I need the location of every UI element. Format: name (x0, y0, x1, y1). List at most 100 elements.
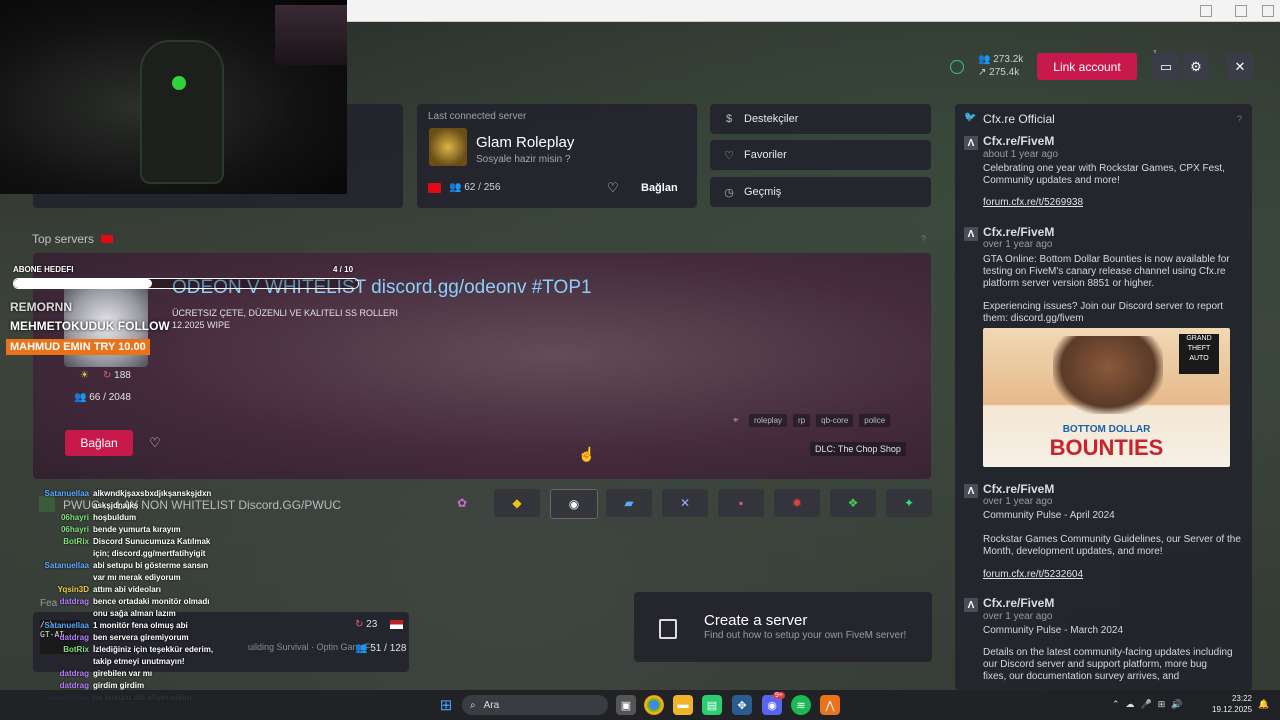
post-body: Details on the latest community-facing u… (983, 647, 1233, 682)
taskbar-clock[interactable]: 23:22 19.12.2025 (1212, 693, 1252, 715)
heart-icon[interactable]: ♡ (149, 435, 161, 451)
bounties-promo-image[interactable]: GRAND THEFT AUTO BOTTOM DOLLAR BOUNTIES (983, 328, 1230, 467)
app-icon[interactable]: ▤ (702, 695, 722, 715)
chat-message: 06hayri bende yumurta kırayım (6, 524, 213, 536)
chat-text: abi setupu bi gösterme sansın (93, 561, 209, 570)
post-link[interactable]: forum.cfx.re/t/5269938 (983, 197, 1083, 208)
featured-server-desc2: 12.2025 WIPE (172, 320, 231, 330)
chat-text: girdim girdim (93, 681, 145, 690)
chat-text: askşjdnajkş (93, 501, 139, 510)
featured-section-boosts: ↻ 23 (355, 619, 377, 630)
server-tile-4[interactable]: ▰ (606, 489, 652, 517)
chat-message: datdrag ben servera giremiyorum (6, 632, 213, 644)
sun-icon: ☀ (80, 370, 89, 381)
clock-icon: ◷ (724, 186, 734, 199)
steam-icon[interactable]: ✥ (732, 695, 752, 715)
players-icon: 👥 (978, 54, 994, 65)
side-item-supporters[interactable]: $ Destekçiler (710, 104, 931, 134)
boost-value: 188 (114, 370, 131, 381)
create-server-card[interactable]: Create a server Find out how to setup yo… (634, 592, 932, 662)
tag-police[interactable]: police (859, 414, 891, 427)
side-item-label: Favoriler (744, 149, 787, 161)
chat-text: onu sağa alman lazım (93, 609, 176, 618)
side-item-history[interactable]: ◷ Geçmiş (710, 177, 931, 207)
player-counts: 👥 273.2k ↗ 275.4k (978, 53, 1023, 79)
chat-message: datdrag girebilen var mı (6, 668, 213, 680)
server-tile-9[interactable]: ✦ (886, 489, 932, 517)
news-help-icon[interactable]: ? (1237, 114, 1242, 124)
players-peak: 275.4k (989, 67, 1020, 78)
last-server-desc: Sosyale hazir misin ? (476, 154, 571, 165)
chat-username: Satanuellaa (44, 621, 89, 630)
featured-player-count: 66 / 2048 (89, 392, 131, 403)
featured-connect-button[interactable]: Bağlan (65, 430, 133, 456)
goal-bar (13, 278, 359, 289)
server-tile-8[interactable]: ❖ (830, 489, 876, 517)
fivem-icon[interactable]: ⋀ (820, 695, 840, 715)
featured-section-server-text: uilding Survival · Optin Gang F (248, 642, 371, 652)
chat-text: ben servera giremiyorum (93, 633, 189, 642)
turkey-flag-icon (101, 235, 114, 243)
heart-icon[interactable]: ♡ (607, 180, 619, 196)
tag-icon: ⌖ (733, 415, 739, 426)
top-servers-label: Top servers (32, 232, 114, 246)
post-headline: Community Pulse - April 2024 (983, 510, 1115, 521)
link-account-button[interactable]: Link account (1037, 53, 1137, 80)
last-server-connect-button[interactable]: Bağlan (641, 182, 678, 194)
settings-button[interactable]: ⚙ (1183, 53, 1209, 80)
close-button[interactable]: ✕ (1227, 53, 1253, 80)
chat-message: BotRix İzlediğiniz için teşekkür ederim, (6, 644, 213, 656)
chat-text: alkwndkjşaxsbxdjıkşanskşjdxn (93, 489, 212, 498)
top-servers-help-icon[interactable]: ? (921, 234, 926, 244)
dlc-badge: DLC: The Chop Shop (810, 442, 906, 456)
minimize-icon[interactable] (1200, 5, 1212, 17)
taskbar-search[interactable]: ⌕ Ara (462, 695, 608, 715)
spotify-icon[interactable]: ≋ (791, 695, 811, 715)
close-icon: ✕ (1234, 58, 1246, 74)
clock-date: 19.12.2025 (1212, 705, 1253, 714)
notifications-icon[interactable]: 🔔 (1258, 699, 1269, 710)
side-item-favorites[interactable]: ♡ Favoriler (710, 140, 931, 170)
dollar-icon: $ (725, 113, 733, 125)
post-author[interactable]: Cfx.re/FiveM (983, 596, 1054, 610)
post-link[interactable]: forum.cfx.re/t/5232604 (983, 569, 1083, 580)
chat-text: takip etmeyi unutmayın! (93, 657, 185, 666)
server-tile-2[interactable]: ◆ (494, 489, 540, 517)
chat-message: BotRix Discord Sunucumuza Katılmak (6, 536, 213, 548)
razer-logo-icon (172, 76, 186, 90)
webcam-shelf (275, 5, 347, 65)
stream-chat: Satanuellaa alkwndkjşaxsbxdjıkşanskşjdxn a… (6, 488, 214, 704)
post-headline: Community Pulse - March 2024 (983, 625, 1124, 636)
server-tile-7[interactable]: ✹ (774, 489, 820, 517)
windows-start-icon[interactable]: ⊞ (436, 695, 456, 715)
server-tile-3[interactable]: ◉ (550, 489, 598, 519)
maximize-icon[interactable] (1235, 5, 1247, 17)
window-switch-button[interactable]: ▭ (1153, 53, 1179, 80)
post-author[interactable]: Cfx.re/FiveM (983, 134, 1054, 148)
featured-section-players: 👥 51 / 128 (355, 643, 406, 654)
last-server-heading: Last connected server (428, 111, 527, 122)
players-icon: 👥 (74, 392, 90, 403)
tag-qb-core[interactable]: qb-core (816, 414, 854, 427)
tag-roleplay[interactable]: roleplay (749, 414, 788, 427)
system-tray[interactable]: ⌃☁🎤⊞🔊 (1112, 699, 1189, 710)
file-explorer-icon[interactable]: ▬ (673, 695, 693, 715)
post-author[interactable]: Cfx.re/FiveM (983, 482, 1054, 496)
chat-text: bende yumurta kırayım (93, 525, 181, 534)
close-window-icon[interactable] (1262, 5, 1274, 17)
cfx-avatar-icon: Λ (964, 484, 978, 498)
post-time: about 1 year ago (983, 149, 1059, 160)
task-view-icon[interactable]: ▣ (616, 695, 636, 715)
server-tile-6[interactable]: ▪ (718, 489, 764, 517)
server-tile-1[interactable]: ✿ (439, 489, 485, 517)
chat-message: datdrag bence ortadaki monitör olmadı (6, 596, 213, 608)
search-placeholder: Ara (483, 699, 500, 711)
status-ok-icon (950, 60, 964, 74)
promo-title-1: BOTTOM DOLLAR (1062, 424, 1151, 435)
chat-username: datdrag (59, 633, 89, 642)
chrome-icon[interactable] (644, 695, 664, 715)
last-server-card[interactable]: Last connected server Glam Roleplay Sosy… (417, 104, 697, 208)
server-tile-5[interactable]: ✕ (662, 489, 708, 517)
tag-rp[interactable]: rp (793, 414, 811, 427)
post-author[interactable]: Cfx.re/FiveM (983, 225, 1054, 239)
